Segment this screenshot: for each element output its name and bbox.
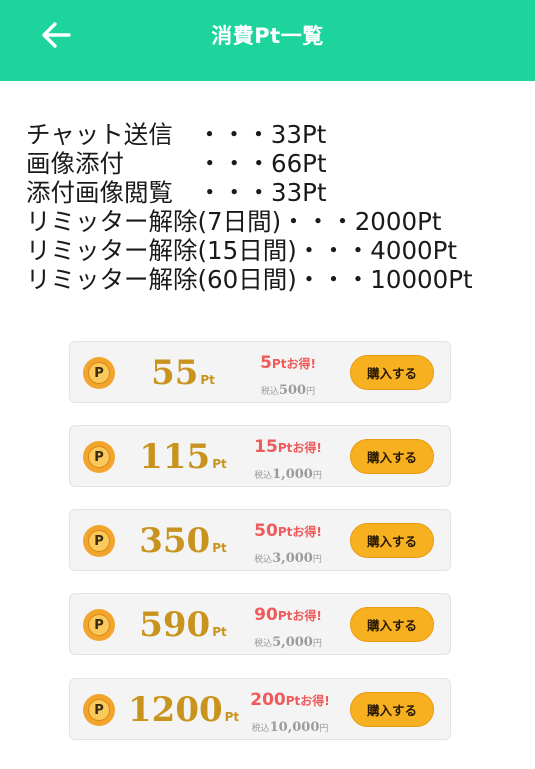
plan-points-value: 1200: [128, 690, 223, 730]
page-title: 消費Pt一覧: [211, 24, 324, 48]
cost-row-image-view: 添付画像閲覧 ・・・ 33Pt: [26, 178, 526, 207]
point-plan-card: P 350 Pt 50Ptお得! 税込3,000円 購入する: [69, 509, 451, 571]
cost-label: リミッター解除(60日間): [26, 265, 297, 294]
plan-points: 1200 Pt: [128, 687, 239, 733]
buy-button[interactable]: 購入する: [350, 523, 434, 558]
plan-bonus: 200Ptお得!: [235, 690, 345, 710]
cost-value: 33Pt: [270, 120, 327, 149]
plan-points: 350 Pt: [128, 518, 238, 564]
plan-bonus: 15Ptお得!: [233, 437, 343, 457]
cost-label: 画像添付: [26, 149, 124, 178]
price-value: 5,000: [272, 635, 313, 650]
tax-label: 税込: [254, 639, 273, 649]
plan-points: 590 Pt: [128, 602, 238, 648]
coin-icon: P: [83, 441, 115, 473]
cost-label: 添付画像閲覧: [26, 178, 173, 207]
coin-letter: P: [88, 362, 110, 384]
coin-letter: P: [88, 699, 110, 721]
buy-button[interactable]: 購入する: [350, 692, 434, 727]
cost-dots: ・・・: [124, 149, 271, 178]
yen-label: 円: [312, 555, 322, 565]
cost-value: 4000Pt: [370, 236, 458, 265]
plan-bonus-text: Ptお得!: [271, 357, 316, 371]
plan-points-value: 350: [139, 521, 211, 561]
cost-value: 66Pt: [271, 149, 327, 178]
plan-price: 税込5,000円: [233, 631, 343, 650]
coin-letter: P: [88, 446, 110, 468]
coin-icon: P: [83, 525, 115, 557]
yen-label: 円: [319, 724, 329, 734]
plan-points-value: 115: [139, 437, 211, 477]
buy-button[interactable]: 購入する: [350, 607, 434, 642]
cost-dots: ・・・: [296, 236, 371, 265]
buy-button[interactable]: 購入する: [350, 439, 434, 474]
tax-label: 税込: [251, 724, 270, 734]
coin-letter: P: [88, 530, 110, 552]
yen-label: 円: [312, 471, 322, 481]
app-header: 消費Pt一覧: [0, 0, 535, 81]
plan-points-value: 590: [139, 605, 211, 645]
price-value: 10,000: [269, 720, 320, 735]
point-plan-card: P 1200 Pt 200Ptお得! 税込10,000円 購入する: [69, 678, 451, 740]
plan-points-unit: Pt: [212, 541, 227, 555]
cost-row-limiter-60: リミッター解除(60日間) ・・・ 10000Pt: [26, 265, 526, 294]
plan-bonus-value: 15: [254, 437, 278, 457]
price-value: 1,000: [272, 467, 313, 482]
point-plan-card: P 115 Pt 15Ptお得! 税込1,000円 購入する: [69, 425, 451, 487]
buy-button[interactable]: 購入する: [350, 355, 434, 390]
cost-value: 2000Pt: [354, 207, 442, 236]
plan-points: 55 Pt: [128, 350, 238, 396]
plan-bonus: 5Ptお得!: [233, 353, 343, 373]
cost-list: チャット送信 ・・・ 33Pt 画像添付 ・・・ 66Pt 添付画像閲覧 ・・・ 33…: [26, 120, 526, 294]
cost-value: 33Pt: [271, 178, 327, 207]
plan-bonus-value: 90: [254, 605, 278, 625]
plan-bonus: 50Ptお得!: [233, 521, 343, 541]
tax-label: 税込: [254, 555, 273, 565]
coin-letter: P: [88, 614, 110, 636]
plan-bonus-value: 200: [250, 690, 286, 710]
cost-row-limiter-15: リミッター解除(15日間) ・・・ 4000Pt: [26, 236, 526, 265]
cost-row-image-attach: 画像添付 ・・・ 66Pt: [26, 149, 526, 178]
point-plan-card: P 55 Pt 5Ptお得! 税込500円 購入する: [69, 341, 451, 403]
coin-icon: P: [83, 357, 115, 389]
plan-bonus-text: Ptお得!: [277, 441, 322, 455]
point-plan-card: P 590 Pt 90Ptお得! 税込5,000円 購入する: [69, 593, 451, 655]
tax-label: 税込: [254, 471, 273, 481]
plan-price: 税込3,000円: [233, 547, 343, 566]
cost-dots: ・・・: [296, 265, 371, 294]
cost-value: 10000Pt: [370, 265, 473, 294]
plan-points-unit: Pt: [212, 457, 227, 471]
yen-label: 円: [306, 387, 316, 397]
plan-bonus-text: Ptお得!: [277, 609, 322, 623]
coin-icon: P: [83, 694, 115, 726]
cost-label: リミッター解除(7日間): [26, 207, 282, 236]
cost-dots: ・・・: [173, 178, 271, 207]
tax-label: 税込: [260, 387, 279, 397]
plan-bonus-value: 5: [260, 353, 272, 373]
plan-bonus-value: 50: [254, 521, 278, 541]
plan-points: 115 Pt: [128, 434, 238, 480]
cost-row-chat: チャット送信 ・・・ 33Pt: [26, 120, 526, 149]
cost-dots: ・・・: [172, 120, 271, 149]
plan-price: 税込500円: [233, 379, 343, 398]
plan-points-unit: Pt: [200, 373, 215, 387]
cost-row-limiter-7: リミッター解除(7日間) ・・・ 2000Pt: [26, 207, 526, 236]
coin-icon: P: [83, 609, 115, 641]
plan-points-value: 55: [151, 353, 199, 393]
price-value: 500: [278, 383, 307, 398]
cost-label: リミッター解除(15日間): [26, 236, 297, 265]
plan-bonus-text: Ptお得!: [285, 694, 330, 708]
cost-label: チャット送信: [26, 120, 173, 149]
plan-bonus: 90Ptお得!: [233, 605, 343, 625]
price-value: 3,000: [272, 551, 313, 566]
plan-price: 税込1,000円: [233, 463, 343, 482]
cost-dots: ・・・: [281, 207, 355, 236]
yen-label: 円: [312, 639, 322, 649]
plan-price: 税込10,000円: [235, 716, 345, 735]
plan-points-unit: Pt: [212, 625, 227, 639]
plan-bonus-text: Ptお得!: [277, 525, 322, 539]
